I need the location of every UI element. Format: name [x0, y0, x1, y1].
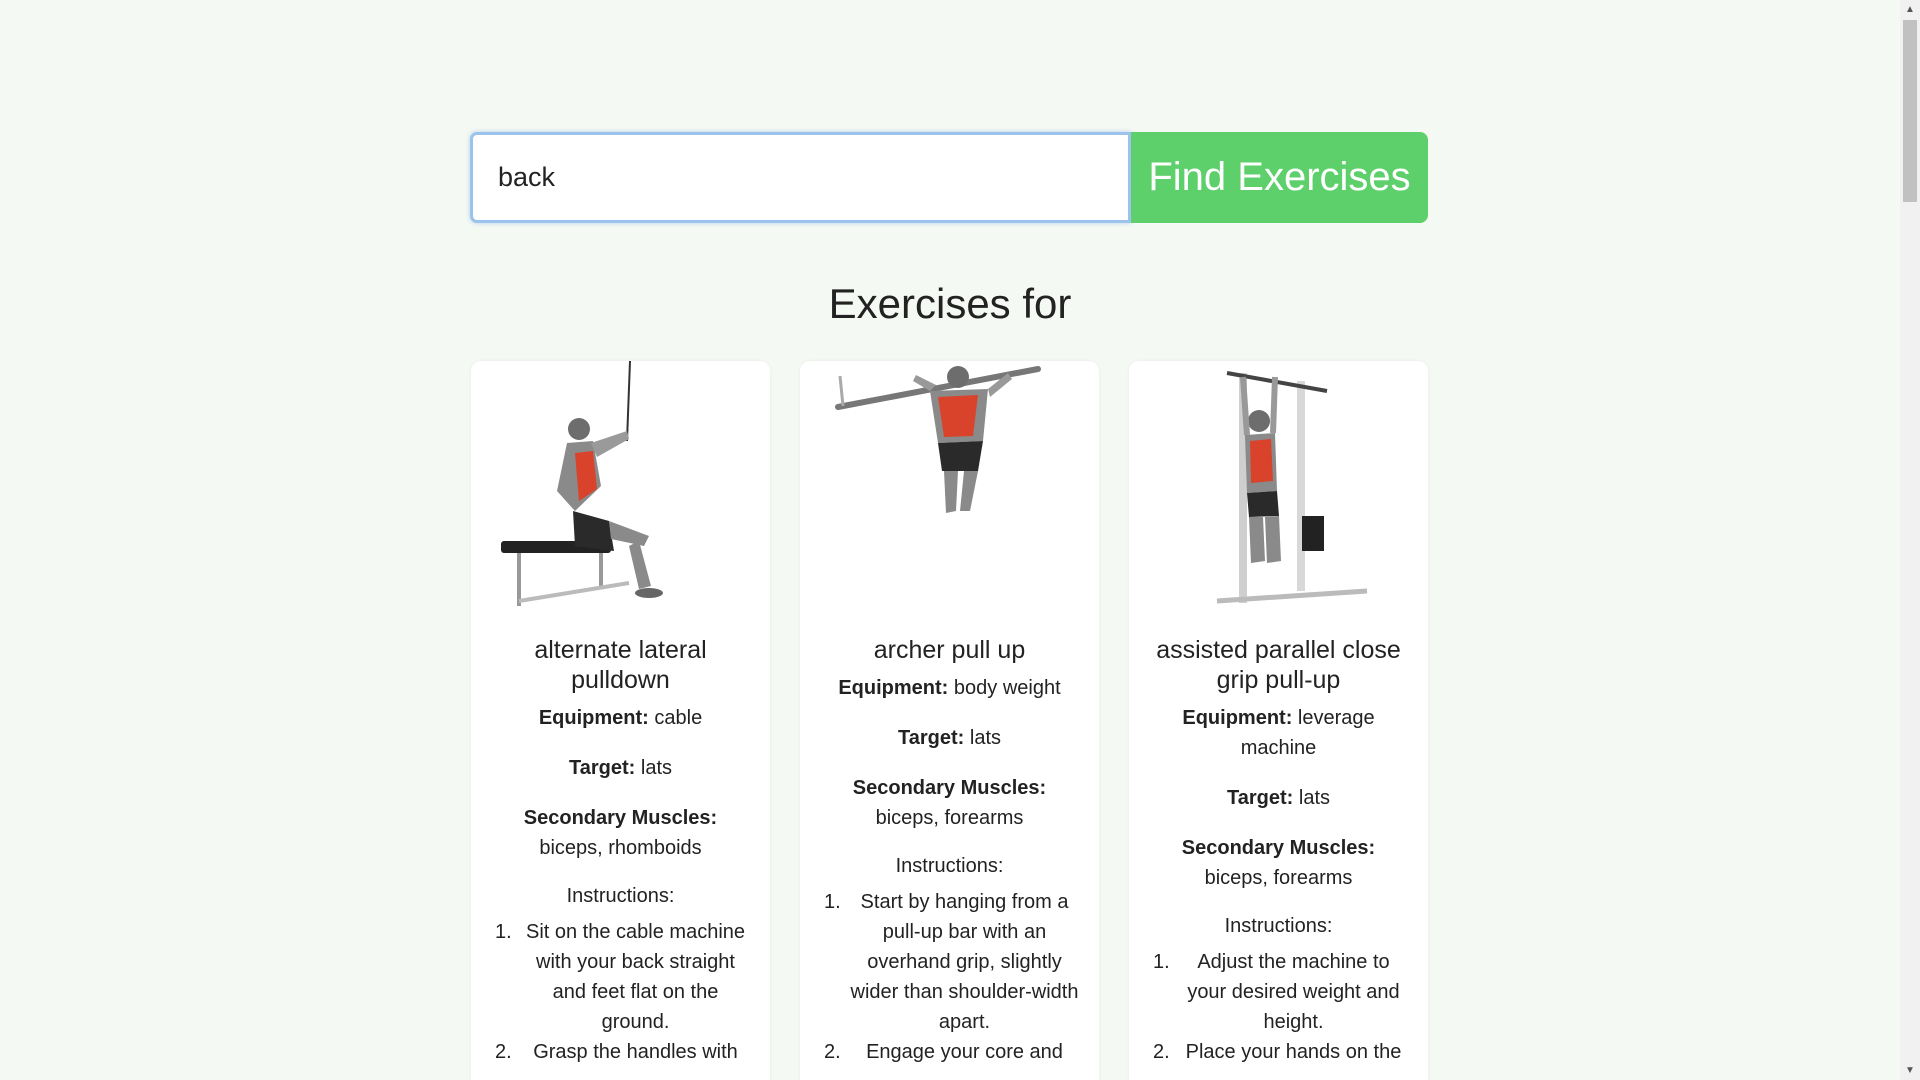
exercise-cards: alternate lateral pulldown Equipment: ca…: [471, 361, 1428, 1080]
search-bar: Find Exercises: [470, 132, 1428, 223]
target-info: Target: lats: [818, 723, 1081, 753]
scroll-down-arrow-icon[interactable]: ▼: [1905, 1065, 1915, 1076]
results-title: Exercises for: [828, 280, 1072, 327]
instructions-list: 1. Start by hanging from a pull-up bar wi…: [818, 887, 1081, 1067]
exercise-name: archer pull up: [873, 636, 1026, 664]
instruction-item: 2. Engage your core and: [824, 1041, 1063, 1063]
secondary-muscles-value: biceps, forearms: [875, 807, 1024, 829]
scroll-up-arrow-icon[interactable]: ▲: [1905, 4, 1915, 15]
instruction-item: 1. Start by hanging from a pull-up bar wi…: [824, 891, 1079, 1033]
exercise-illustration: [835, 366, 1041, 513]
target-value: lats: [640, 757, 672, 779]
secondary-muscles-info: Secondary Muscles: biceps, forearms: [818, 773, 1081, 833]
page-scrollbar[interactable]: ▲ ▼: [1900, 0, 1920, 1080]
secondary-muscles-value: biceps, rhomboids: [539, 837, 702, 859]
exercise-name: assisted parallel close grip pull-up: [1156, 636, 1401, 694]
target-info: Target: lats: [1147, 783, 1410, 813]
equipment-label: Equipment:: [1182, 707, 1293, 729]
scrollbar-thumb[interactable]: [1903, 20, 1917, 202]
instructions-title: Instructions:: [895, 855, 1004, 877]
instruction-item: 2. Grasp the handles with: [495, 1041, 738, 1063]
secondary-muscles-label: Secondary Muscles:: [523, 807, 718, 829]
target-info: Target: lats: [489, 753, 752, 783]
equipment-info: Equipment: cable: [489, 703, 752, 733]
secondary-muscles-info: Secondary Muscles: biceps, rhomboids: [489, 803, 752, 863]
instruction-item: 1. Adjust the machine to your desired wei…: [1153, 951, 1400, 1033]
secondary-muscles-info: Secondary Muscles: biceps, forearms: [1147, 833, 1410, 893]
equipment-info: Equipment: body weight: [818, 673, 1081, 703]
equipment-value: body weight: [953, 677, 1061, 699]
page: Find Exercises Exercises for alternate l…: [0, 0, 1900, 1080]
equipment-label: Equipment:: [838, 677, 949, 699]
target-value: lats: [1298, 787, 1330, 809]
instructions-title: Instructions:: [566, 885, 675, 907]
instructions-list: 1. Sit on the cable machine with your bac…: [489, 917, 752, 1067]
secondary-muscles-label: Secondary Muscles:: [1181, 837, 1376, 859]
target-value: lats: [969, 727, 1001, 749]
exercise-card[interactable]: alternate lateral pulldown Equipment: ca…: [471, 361, 770, 1080]
equipment-info: Equipment: leverage machine: [1147, 703, 1410, 763]
instruction-item: 2. Place your hands on the: [1153, 1041, 1402, 1063]
exercise-illustration: [1216, 371, 1368, 604]
secondary-muscles-label: Secondary Muscles:: [852, 777, 1047, 799]
target-label: Target:: [569, 757, 636, 779]
search-input[interactable]: [470, 132, 1131, 223]
find-exercises-button[interactable]: Find Exercises: [1131, 132, 1428, 223]
instruction-item: 1. Sit on the cable machine with your bac…: [495, 921, 746, 1033]
secondary-muscles-value: biceps, forearms: [1204, 867, 1353, 889]
instructions-title: Instructions:: [1224, 915, 1333, 937]
exercise-illustration: [501, 361, 663, 606]
target-label: Target:: [1227, 787, 1294, 809]
equipment-label: Equipment:: [538, 707, 649, 729]
instructions-list: 1. Adjust the machine to your desired wei…: [1147, 947, 1410, 1067]
equipment-value: cable: [654, 707, 703, 729]
exercise-name: alternate lateral pulldown: [534, 636, 707, 694]
exercise-card[interactable]: assisted parallel close grip pull-up Equ…: [1129, 361, 1428, 1080]
exercise-card[interactable]: archer pull up Equipment: body weight Ta…: [800, 361, 1099, 1080]
target-label: Target:: [898, 727, 965, 749]
